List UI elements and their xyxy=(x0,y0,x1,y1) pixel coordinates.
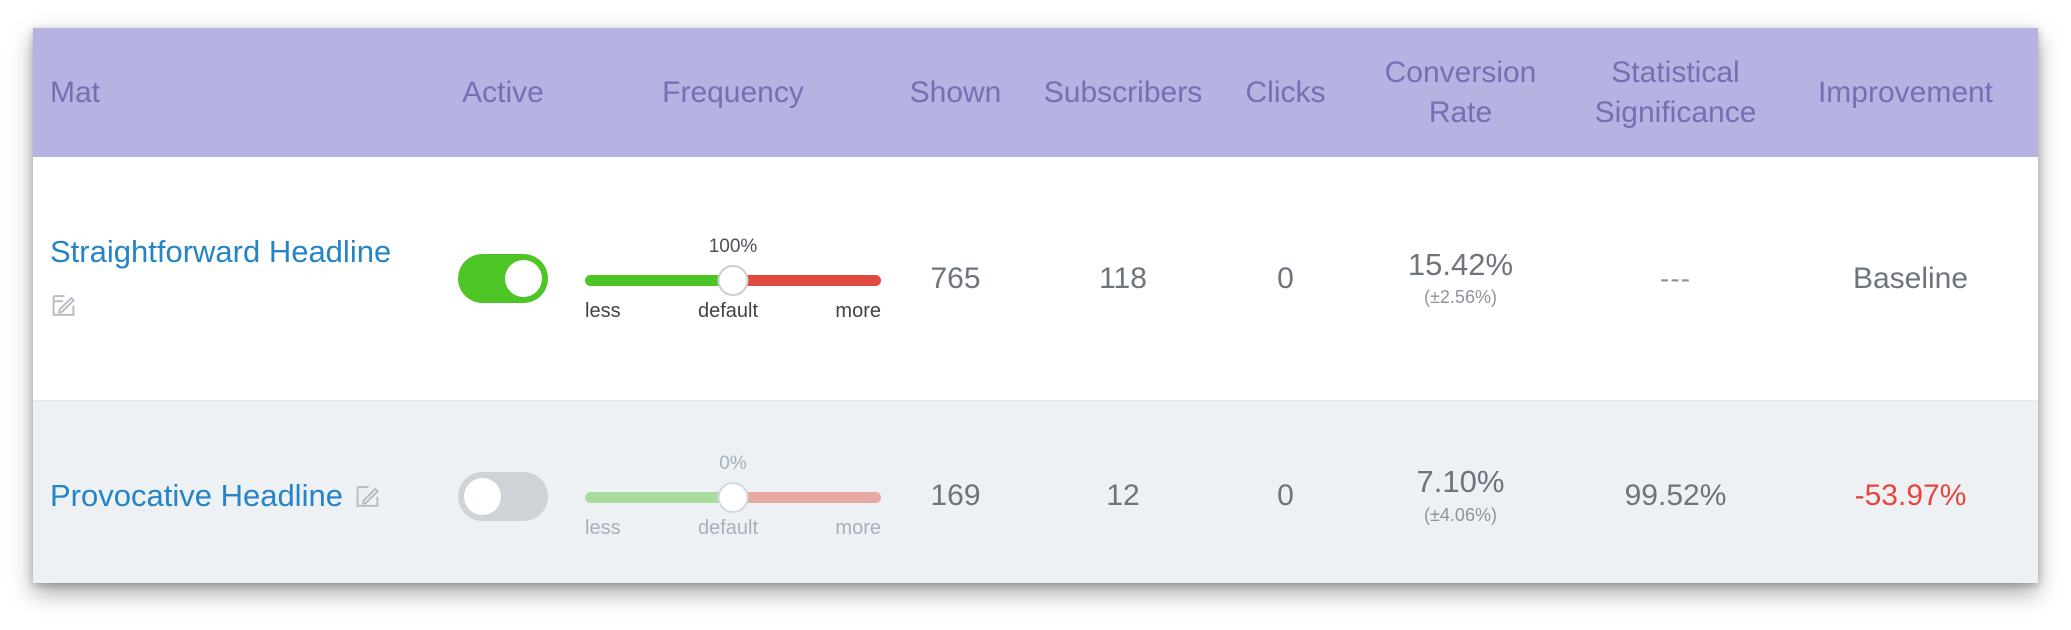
table-body: Straightforward Headline 100% less defau… xyxy=(33,157,2038,583)
cell-conversion-rate: 7.10% (±4.06%) xyxy=(1353,401,1568,584)
cell-frequency: 0% less default more xyxy=(583,401,883,584)
column-header-shown[interactable]: Shown xyxy=(883,28,1028,157)
edit-pencil-icon[interactable] xyxy=(354,483,381,510)
column-header-active[interactable]: Active xyxy=(423,28,583,157)
frequency-label-more: more xyxy=(835,517,881,539)
conversion-rate-margin: (±2.56%) xyxy=(1424,287,1497,308)
cell-active xyxy=(423,401,583,584)
conversion-rate-value: 7.10% xyxy=(1416,464,1505,500)
table-row: Straightforward Headline 100% less defau… xyxy=(33,157,2038,401)
active-toggle[interactable] xyxy=(458,254,548,303)
frequency-track-high xyxy=(733,492,881,503)
cell-improvement: -53.97% xyxy=(1783,401,2038,584)
column-header-improvement[interactable]: Improvement xyxy=(1783,28,2038,157)
cell-shown: 169 xyxy=(930,479,981,512)
toggle-knob xyxy=(505,260,542,297)
mats-table: Mat Active Frequency Shown Subscribers C… xyxy=(33,28,2038,583)
frequency-slider[interactable]: 100% less default more xyxy=(585,237,881,321)
conversion-rate-margin: (±4.06%) xyxy=(1424,504,1497,525)
column-header-frequency[interactable]: Frequency xyxy=(583,28,883,157)
cell-frequency: 100% less default more xyxy=(583,157,883,401)
frequency-label-default: default xyxy=(697,517,759,539)
frequency-value-label: 100% xyxy=(708,235,758,257)
edit-pencil-icon[interactable] xyxy=(50,292,77,319)
column-header-subscribers[interactable]: Subscribers xyxy=(1028,28,1218,157)
frequency-label-less: less xyxy=(585,299,621,322)
conversion-rate-value: 15.42% xyxy=(1407,246,1514,282)
cell-active xyxy=(423,157,583,401)
mat-name-link[interactable]: Straightforward Headline xyxy=(50,235,423,269)
cell-clicks: 0 xyxy=(1277,261,1294,295)
frequency-track-low xyxy=(585,492,733,503)
frequency-scale-labels: less default more xyxy=(585,518,881,538)
cell-statistical-significance: 99.52% xyxy=(1624,479,1727,512)
frequency-slider[interactable]: 0% less default more xyxy=(585,454,881,538)
mat-name-link[interactable]: Provocative Headline xyxy=(50,478,343,513)
cell-clicks: 0 xyxy=(1277,479,1294,512)
table-row: Provocative Headline 0% less default mor… xyxy=(33,400,2038,584)
cell-shown: 765 xyxy=(930,261,981,295)
cell-statistical-significance: --- xyxy=(1568,157,1783,401)
cell-mat: Straightforward Headline xyxy=(33,157,423,401)
table-header: Mat Active Frequency Shown Subscribers C… xyxy=(33,28,2038,157)
cell-improvement: Baseline xyxy=(1783,157,2038,401)
frequency-track-wrap[interactable] xyxy=(585,264,881,296)
frequency-scale-labels: less default more xyxy=(585,301,881,321)
active-toggle[interactable] xyxy=(458,471,548,521)
column-header-mat[interactable]: Mat xyxy=(33,28,423,157)
frequency-track-wrap[interactable] xyxy=(585,482,881,513)
frequency-label-more: more xyxy=(835,299,881,322)
column-header-conversion-rate[interactable]: Conversion Rate xyxy=(1353,28,1568,157)
improvement-value: -53.97% xyxy=(1854,479,1967,512)
column-header-statistical-significance[interactable]: Statistical Significance xyxy=(1568,28,1783,157)
frequency-track-high xyxy=(733,274,881,286)
mats-table-card: Mat Active Frequency Shown Subscribers C… xyxy=(33,28,2038,583)
cell-mat: Provocative Headline xyxy=(33,401,423,584)
frequency-value-label: 0% xyxy=(719,453,747,474)
frequency-slider-handle[interactable] xyxy=(717,264,749,296)
frequency-slider-handle[interactable] xyxy=(717,482,749,513)
frequency-label-default: default xyxy=(697,299,759,322)
improvement-value: Baseline xyxy=(1852,261,1969,295)
column-header-clicks[interactable]: Clicks xyxy=(1218,28,1353,157)
cell-conversion-rate: 15.42% (±2.56%) xyxy=(1353,157,1568,401)
frequency-label-less: less xyxy=(585,517,621,539)
mat-name-block: Straightforward Headline xyxy=(50,235,423,321)
cell-subscribers: 12 xyxy=(1106,479,1140,512)
toggle-knob xyxy=(464,477,501,515)
header-row: Mat Active Frequency Shown Subscribers C… xyxy=(33,28,2038,157)
cell-subscribers: 118 xyxy=(1099,261,1147,295)
page-root: Mat Active Frequency Shown Subscribers C… xyxy=(0,0,2071,630)
mat-name-block: Provocative Headline xyxy=(50,478,423,513)
significance-value: --- xyxy=(1660,262,1691,294)
frequency-track-low xyxy=(585,274,733,286)
